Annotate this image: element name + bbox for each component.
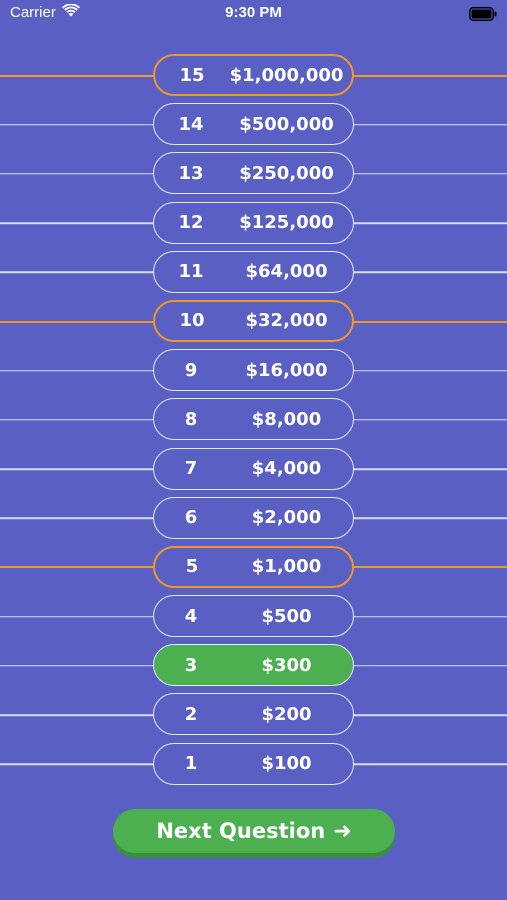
level-number: 12 [178,212,204,234]
level-pill: 12 $125,000 [153,201,354,244]
level-number: 14 [178,113,204,135]
level-number: 15 [179,64,205,86]
status-time: 9:30 PM [225,4,282,21]
level-pill: 9 $16,000 [153,349,354,392]
ladder-row: 13 $250,000 [0,149,507,198]
ladder-row: 4 $500 [0,592,507,641]
prize-amount: $300 [261,654,312,676]
level-number: 3 [184,654,198,676]
level-pill: 4 $500 [153,595,354,638]
level-number: 6 [184,507,198,529]
prize-amount: $4,000 [251,458,322,479]
level-number: 1 [184,753,198,775]
prize-amount: $64,000 [245,261,328,283]
ladder-row: 1 $100 [0,740,507,789]
prize-amount: $2,000 [251,507,322,529]
level-number: 13 [178,162,204,184]
level-number: 8 [184,408,198,430]
ladder-row: 6 $2,000 [0,494,507,543]
level-pill: 7 $4,000 [153,447,354,490]
level-pill: 15 $1,000,000 [153,54,354,96]
level-pill: 5 $1,000 [153,545,354,588]
prize-amount: $125,000 [239,212,334,234]
prize-ladder: 15 $1,000,000 14 $500,000 13 $250,000 12 $125,0… [0,51,507,789]
prize-amount: $250,000 [239,162,334,184]
level-number: 10 [179,310,205,332]
battery-icon [469,6,497,25]
ladder-row: 7 $4,000 [0,445,507,494]
status-bar: Carrier 9:30 PM [0,0,507,28]
prize-amount: $8,000 [251,408,322,430]
prize-amount: $32,000 [245,310,328,332]
prize-amount: $1,000,000 [229,64,344,86]
next-question-label: Next Question [156,819,326,843]
prize-amount: $1,000 [251,556,322,578]
ladder-row: 12 $125,000 [0,199,507,248]
ladder-row: 3 $300 [0,641,507,690]
ladder-row: 9 $16,000 [0,346,507,395]
level-pill: 2 $200 [153,693,354,736]
level-pill: 14 $500,000 [153,103,354,146]
level-number: 9 [184,359,198,381]
prize-amount: $16,000 [245,359,328,381]
level-pill: 11 $64,000 [153,250,354,293]
level-number: 2 [184,703,198,725]
ladder-row: 11 $64,000 [0,248,507,297]
ladder-row: 14 $500,000 [0,100,507,149]
ladder-row: 15 $1,000,000 [0,51,507,100]
prize-amount: $500 [261,605,312,627]
prize-amount: $100 [261,753,312,775]
level-number: 7 [184,458,198,479]
ladder-row: 5 $1,000 [0,543,507,592]
level-pill: 8 $8,000 [153,398,354,441]
ladder-row: 8 $8,000 [0,395,507,444]
level-number: 4 [184,605,198,627]
next-question-button[interactable]: Next Question ➜ [113,809,395,853]
prize-amount: $200 [261,703,312,725]
level-pill: 13 $250,000 [153,152,354,195]
level-number: 11 [178,261,204,283]
level-number: 5 [185,556,199,578]
level-pill: 6 $2,000 [153,496,354,539]
level-pill: 1 $100 [153,742,354,785]
ladder-row: 10 $32,000 [0,297,507,346]
current-level-pill: 3 $300 [153,644,354,687]
prize-amount: $500,000 [239,113,334,135]
ladder-row: 2 $200 [0,690,507,739]
arrow-right-icon: ➜ [333,818,352,844]
level-pill: 10 $32,000 [153,299,354,342]
